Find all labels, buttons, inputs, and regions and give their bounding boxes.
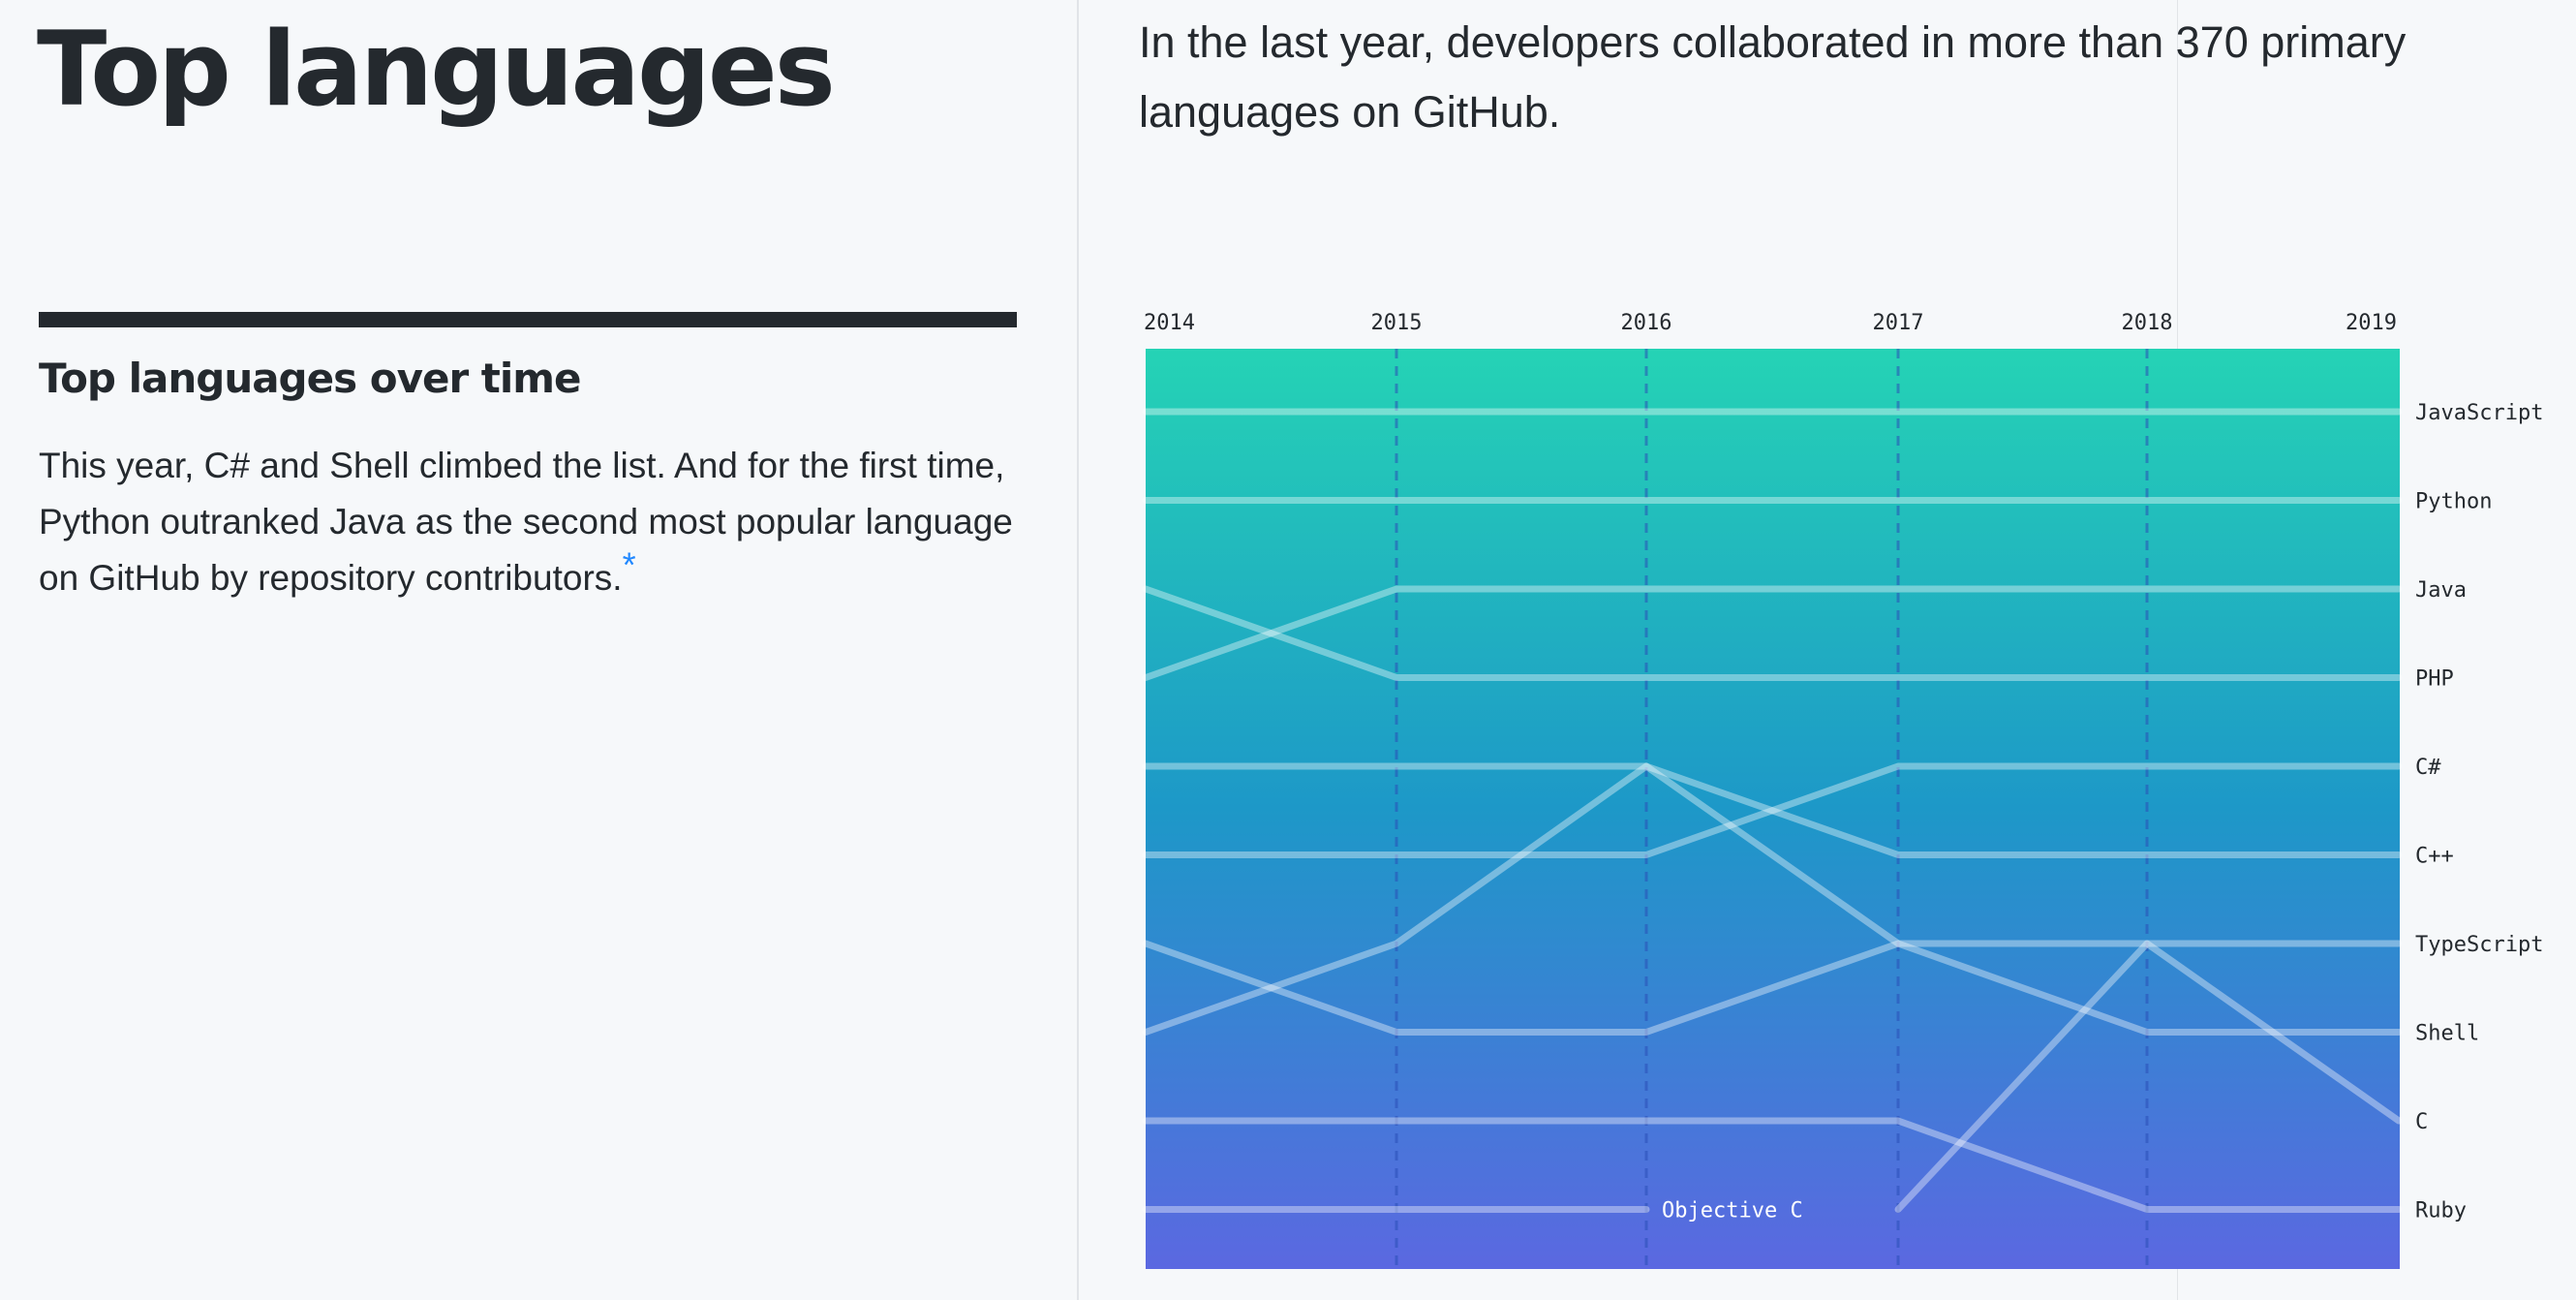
language-label: PHP <box>2415 667 2454 692</box>
language-label: Ruby <box>2415 1199 2467 1223</box>
section-rule <box>39 312 1017 327</box>
intro-text: In the last year, developers collaborate… <box>1139 17 2407 137</box>
year-tick-label: 2016 <box>1621 311 1672 335</box>
language-label: TypeScript <box>2415 933 2543 957</box>
language-label: JavaScript <box>2415 401 2543 425</box>
section-body-text: This year, C# and Shell climbed the list… <box>39 446 1013 598</box>
left-column: Top languages Top languages over time Th… <box>0 0 1077 1300</box>
series-annotation-label: Objective C <box>1662 1199 1803 1223</box>
language-label: C++ <box>2415 845 2454 869</box>
language-label: Shell <box>2415 1022 2479 1046</box>
section-body: This year, C# and Shell climbed the list… <box>39 438 1036 606</box>
language-label: Python <box>2415 490 2492 514</box>
footnote-link[interactable]: * <box>623 545 636 585</box>
year-tick-label: 2015 <box>1371 311 1423 335</box>
year-tick-label: 2014 <box>1144 311 1195 335</box>
page-title: Top languages <box>37 10 836 129</box>
column-divider <box>1077 0 1079 1300</box>
year-tick-label: 2019 <box>2346 311 2397 335</box>
language-label: C <box>2415 1110 2428 1134</box>
section-heading: Top languages over time <box>39 355 582 402</box>
year-tick-label: 2017 <box>1873 311 1924 335</box>
year-tick-label: 2018 <box>2122 311 2173 335</box>
language-label: C# <box>2415 756 2441 780</box>
language-label: Java <box>2415 578 2467 603</box>
language-rank-chart: 2014 2015 2016 2017 2018 2019 JavaScript Pytho… <box>1142 311 2543 1269</box>
